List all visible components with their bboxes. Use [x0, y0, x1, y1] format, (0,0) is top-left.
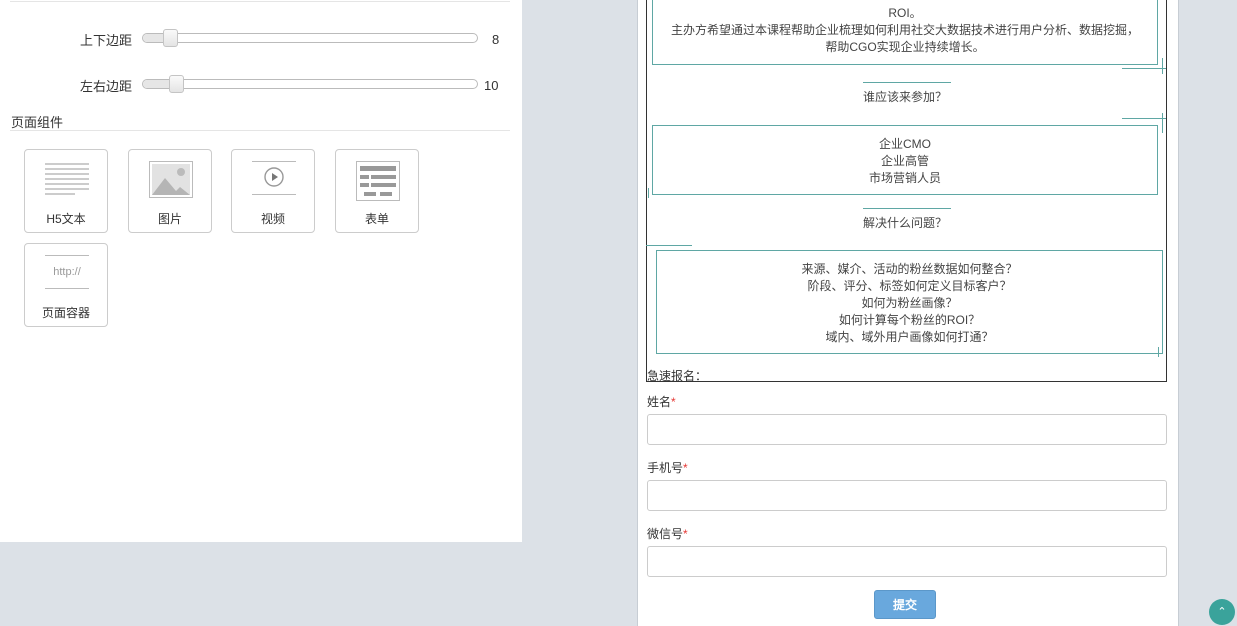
scroll-top-button[interactable]: ⌃	[1209, 599, 1235, 625]
video-play-icon	[252, 161, 296, 195]
wechat-field-label: 微信号*	[647, 525, 688, 542]
chevron-up-icon: ⌃	[1217, 606, 1227, 618]
component-label: 图片	[157, 212, 182, 226]
image-icon	[149, 161, 193, 198]
submit-button[interactable]: 提交	[874, 590, 936, 619]
who-line: 企业CMO	[879, 137, 931, 151]
guide-mark	[1122, 68, 1166, 69]
problem-line: 如何为粉丝画像？	[861, 296, 958, 310]
horizontal-margin-slider[interactable]	[142, 75, 478, 93]
who-heading: 谁应该来参加？	[862, 90, 947, 104]
form-icon	[356, 161, 400, 201]
component-image[interactable]: 图片	[128, 149, 212, 233]
field-label-text: 手机号	[647, 461, 684, 475]
who-line: 企业高管	[880, 154, 929, 168]
component-label: 页面容器	[41, 306, 90, 320]
component-form[interactable]: 表单	[335, 149, 419, 233]
problem-line: 域内、域外用户画像如何打通？	[825, 330, 994, 344]
settings-panel: 上下边距 8 左右边距 10 页面组件 H5文本 图片 视频 表单 http:/…	[0, 0, 522, 542]
intro-line: 帮助CGO实现企业持续增长。	[825, 40, 985, 54]
intro-line: ROI。	[888, 6, 922, 20]
problem-text-block[interactable]: 来源、媒介、活动的粉丝数据如何整合？ 阶段、评分、标签如何定义目标客户？ 如何为…	[656, 250, 1163, 354]
slider-handle[interactable]	[169, 75, 185, 93]
problem-line: 阶段、评分、标签如何定义目标客户？	[807, 279, 1012, 293]
heading-line	[863, 208, 951, 209]
guide-mark	[646, 245, 692, 246]
required-mark: *	[683, 461, 688, 475]
horizontal-margin-value: 10	[484, 78, 499, 93]
problem-line: 来源、媒介、活动的粉丝数据如何整合？	[801, 262, 1018, 276]
guide-mark	[1162, 58, 1163, 74]
guide-mark	[1162, 113, 1163, 133]
name-input[interactable]	[647, 414, 1167, 445]
component-label: H5文本	[46, 212, 86, 226]
browser-url-text: http://	[53, 266, 81, 278]
text-lines-icon	[45, 163, 89, 195]
vertical-margin-label: 上下边距	[80, 33, 133, 48]
slider-handle[interactable]	[162, 29, 178, 47]
required-mark: *	[671, 395, 676, 409]
problem-line: 如何计算每个粉丝的ROI？	[838, 313, 981, 327]
name-field-label: 姓名*	[647, 393, 676, 410]
browser-url-icon: http://	[45, 255, 89, 289]
required-mark: *	[683, 527, 688, 541]
component-page-container[interactable]: http:// 页面容器	[24, 243, 108, 327]
wechat-input[interactable]	[647, 546, 1167, 577]
who-line: 市场营销人员	[868, 171, 941, 185]
intro-text-block[interactable]: ROI。 主办方希望通过本课程帮助企业梳理如何利用社交大数据技术进行用户分析、数…	[652, 0, 1158, 65]
divider	[10, 130, 510, 131]
guide-mark	[1122, 118, 1166, 119]
components-section-title: 页面组件	[11, 115, 64, 130]
component-h5-text[interactable]: H5文本	[24, 149, 108, 233]
who-text-block[interactable]: 企业CMO 企业高管 市场营销人员	[652, 125, 1158, 195]
divider	[10, 1, 510, 2]
phone-input[interactable]	[647, 480, 1167, 511]
signup-title: 急速报名：	[647, 369, 708, 383]
problem-heading: 解决什么问题？	[862, 216, 947, 230]
vertical-margin-slider[interactable]	[142, 29, 478, 47]
component-label: 视频	[260, 212, 285, 226]
field-label-text: 姓名	[647, 395, 672, 409]
heading-line	[863, 82, 951, 83]
horizontal-margin-row: 左右边距 10	[0, 72, 522, 96]
component-video[interactable]: 视频	[231, 149, 315, 233]
vertical-margin-value: 8	[492, 32, 500, 47]
guide-mark	[1158, 347, 1159, 357]
field-label-text: 微信号	[647, 527, 684, 541]
intro-line: 主办方希望通过本课程帮助企业梳理如何利用社交大数据技术进行用户分析、数据挖掘，	[670, 23, 1139, 37]
phone-field-label: 手机号*	[647, 459, 688, 476]
guide-mark	[648, 188, 649, 198]
component-label: 表单	[364, 212, 389, 226]
horizontal-margin-label: 左右边距	[80, 79, 133, 94]
vertical-margin-row: 上下边距 8	[0, 26, 522, 50]
